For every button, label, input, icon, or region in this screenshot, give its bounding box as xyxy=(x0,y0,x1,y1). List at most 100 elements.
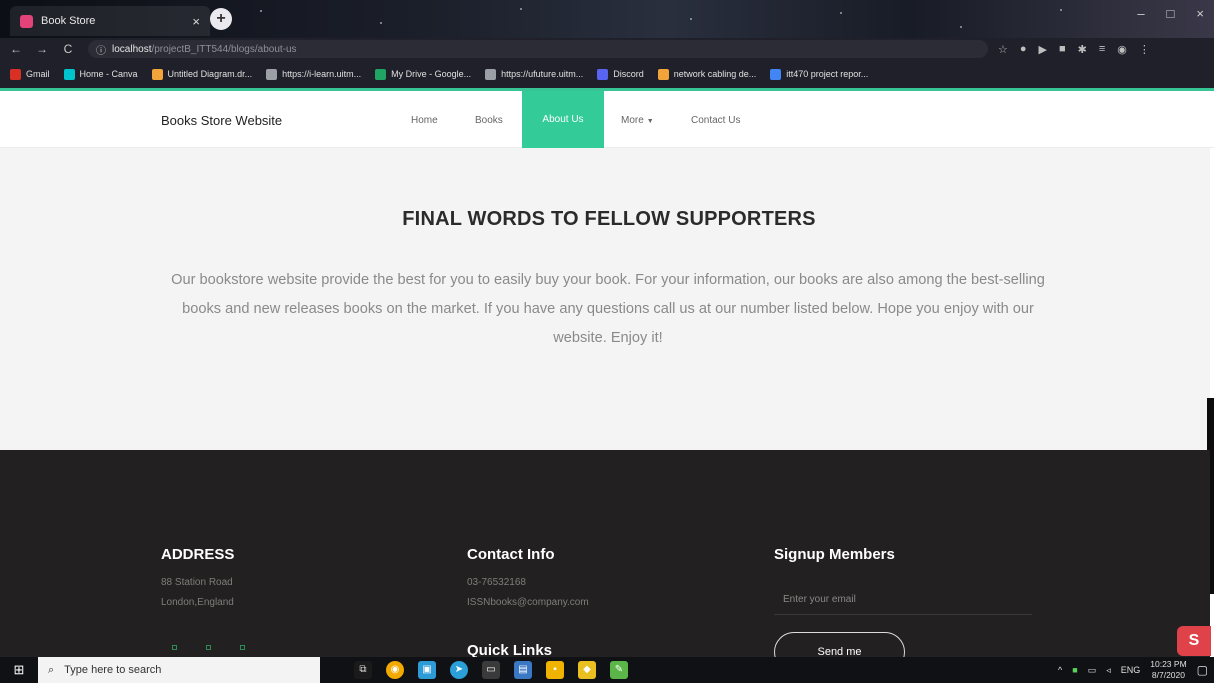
bookmark-item[interactable]: https://i-learn.uitm... xyxy=(266,68,362,80)
floating-app-badge-icon[interactable]: S xyxy=(1177,626,1211,656)
nav-more-label: More xyxy=(621,115,644,126)
background-star xyxy=(690,18,692,20)
file-explorer-icon[interactable]: ▤ xyxy=(514,661,532,679)
bookmark-item[interactable]: network cabling de... xyxy=(657,68,757,80)
footer-address-heading: ADDRESS xyxy=(161,546,235,563)
notepad-icon[interactable]: ✎ xyxy=(610,661,628,679)
footer-contact-heading: Contact Info xyxy=(467,546,555,563)
bookmarks-bar: Gmail Home - Canva Untitled Diagram.dr... h… xyxy=(0,60,1214,88)
taskbar-clock[interactable]: 10:23 PM 8/7/2020 xyxy=(1150,659,1186,681)
search-icon: ⌕ xyxy=(48,663,55,676)
bookmark-label: network cabling de... xyxy=(673,69,757,79)
caret-down-icon: ▼ xyxy=(646,118,654,125)
bookmark-favicon-icon xyxy=(657,68,669,80)
social-icon[interactable] xyxy=(240,645,245,650)
nav-link-home[interactable]: Home xyxy=(411,115,438,126)
bookmark-item[interactable]: Home - Canva xyxy=(63,68,138,80)
address-bar[interactable]: ⓘ localhost/projectB_ITT544/blogs/about-… xyxy=(88,40,988,58)
bookmark-label: itt470 project repor... xyxy=(786,69,869,79)
nav-link-books[interactable]: Books xyxy=(475,115,503,126)
bookmark-item[interactable]: https://ufuture.uitm... xyxy=(485,68,584,80)
reload-icon[interactable]: C xyxy=(58,42,78,56)
nav-link-contact-us[interactable]: Contact Us xyxy=(691,115,740,126)
tray-language[interactable]: ENG xyxy=(1121,665,1141,675)
footer-address-line2: London,England xyxy=(161,597,234,608)
chrome-icon[interactable]: ◉ xyxy=(386,661,404,679)
site-navbar: Books Store Website Home Books About Us … xyxy=(0,91,1214,148)
task-view-icon[interactable]: ⧉ xyxy=(354,661,372,679)
social-icon[interactable] xyxy=(206,645,211,650)
social-icon[interactable] xyxy=(172,645,177,650)
app-icon[interactable]: ◆ xyxy=(578,661,596,679)
background-star xyxy=(380,22,382,24)
extensions-puzzle-icon[interactable]: ✱ xyxy=(1078,43,1087,56)
new-tab-button[interactable]: + xyxy=(210,8,232,30)
extension-icon[interactable]: ▶ xyxy=(1039,43,1047,56)
app-icon[interactable]: ▣ xyxy=(418,661,436,679)
browser-menu-icon[interactable]: ⋮ xyxy=(1139,43,1150,56)
taskbar-apps: ⧉ ◉ ▣ ➤ ▭ ▤ ▪ ◆ ✎ xyxy=(354,661,628,679)
bookstore-favicon-icon xyxy=(20,14,33,28)
bookmark-label: https://i-learn.uitm... xyxy=(282,69,362,79)
telegram-icon[interactable]: ➤ xyxy=(450,661,468,679)
browser-toolbar: ← → C ⓘ localhost/projectB_ITT544/blogs/… xyxy=(0,38,1214,60)
reading-list-icon[interactable]: ≡ xyxy=(1099,43,1105,56)
network-icon[interactable]: ▭ xyxy=(1088,665,1097,676)
minimize-button[interactable]: – xyxy=(1137,6,1144,21)
taskbar-search-placeholder: Type here to search xyxy=(64,664,162,676)
volume-icon[interactable]: ◃ xyxy=(1106,665,1111,676)
site-footer: ADDRESS 88 Station Road London,England C… xyxy=(0,450,1210,672)
tab-close-icon[interactable]: × xyxy=(192,14,200,29)
background-star xyxy=(840,12,842,14)
footer-email: ISSNbooks@company.com xyxy=(467,597,589,608)
bookmark-label: My Drive - Google... xyxy=(391,69,472,79)
windows-taskbar: ⊞ ⌕ Type here to search ⧉ ◉ ▣ ➤ ▭ ▤ ▪ ◆ … xyxy=(0,657,1214,683)
forward-icon[interactable]: → xyxy=(32,42,52,56)
bookmark-favicon-icon xyxy=(597,68,609,80)
profile-avatar-icon[interactable]: ◉ xyxy=(1117,43,1127,56)
bookmark-item[interactable]: Gmail xyxy=(10,68,50,80)
taskbar-search-box[interactable]: ⌕ Type here to search xyxy=(38,657,320,683)
back-icon[interactable]: ← xyxy=(6,42,26,56)
bookmark-favicon-icon xyxy=(10,68,21,80)
signup-email-input[interactable] xyxy=(774,585,1032,615)
bookmark-star-icon[interactable]: ☆ xyxy=(998,43,1008,56)
extension-icons: ☆ ● ▶ ■ ✱ ≡ ◉ ⋮ xyxy=(998,43,1150,56)
bookmark-label: Discord xyxy=(613,69,644,79)
extension-icon[interactable]: ■ xyxy=(1059,43,1066,56)
bookmark-favicon-icon xyxy=(485,68,497,80)
bookmark-label: Gmail xyxy=(26,69,50,79)
extension-icon[interactable]: ● xyxy=(1020,43,1027,56)
footer-address-line1: 88 Station Road xyxy=(161,577,233,588)
background-star xyxy=(260,10,262,12)
terminal-icon[interactable]: ▭ xyxy=(482,661,500,679)
bookmark-item[interactable]: Discord xyxy=(597,68,644,80)
about-section: FINAL WORDS TO FELLOW SUPPORTERS Our boo… xyxy=(0,148,1210,450)
tray-app-icon[interactable]: ■ xyxy=(1072,665,1077,675)
bookmark-item[interactable]: Untitled Diagram.dr... xyxy=(151,68,252,80)
clock-date: 8/7/2020 xyxy=(1151,670,1185,680)
browser-tab-active[interactable]: Book Store × xyxy=(10,6,210,36)
background-star xyxy=(520,8,522,10)
footer-signup-heading: Signup Members xyxy=(774,546,895,563)
maximize-button[interactable]: □ xyxy=(1167,6,1175,21)
bookmark-favicon-icon xyxy=(151,68,163,80)
background-star xyxy=(960,26,962,28)
site-brand[interactable]: Books Store Website xyxy=(161,113,282,128)
bookmark-item[interactable]: itt470 project repor... xyxy=(770,68,869,80)
nav-link-more[interactable]: More ▼ xyxy=(621,115,654,126)
bookmark-item[interactable]: My Drive - Google... xyxy=(375,68,472,80)
sticky-notes-icon[interactable]: ▪ xyxy=(546,661,564,679)
window-controls: – □ × xyxy=(1137,6,1204,21)
notifications-icon[interactable]: ▢ xyxy=(1197,663,1208,677)
windows-start-icon[interactable]: ⊞ xyxy=(0,662,38,678)
close-window-button[interactable]: × xyxy=(1196,6,1204,21)
bookmark-favicon-icon xyxy=(266,68,278,80)
address-path: /projectB_ITT544/blogs/about-us xyxy=(151,43,297,55)
bookmark-favicon-icon xyxy=(770,68,782,80)
site-info-icon[interactable]: ⓘ xyxy=(96,42,106,57)
tab-title: Book Store xyxy=(41,15,96,27)
chevron-up-icon[interactable]: ^ xyxy=(1058,665,1062,675)
nav-link-about-us[interactable]: About Us xyxy=(522,91,604,148)
bookmark-label: https://ufuture.uitm... xyxy=(501,69,584,79)
